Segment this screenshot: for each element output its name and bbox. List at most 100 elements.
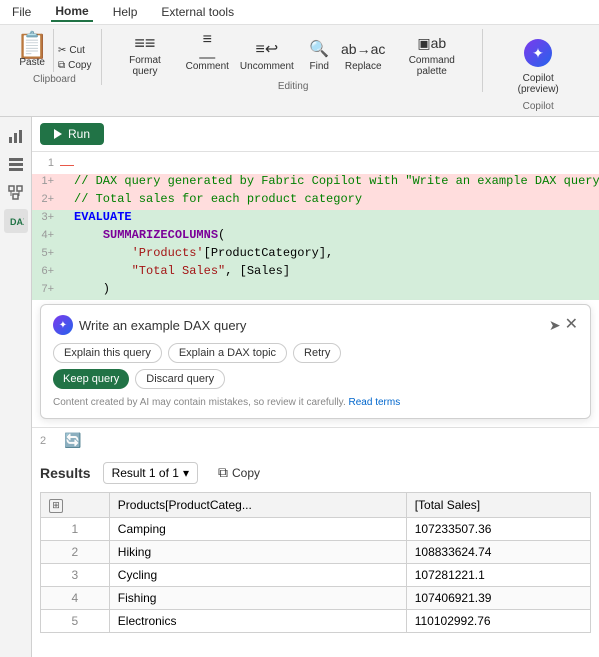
scissors-icon: ✂	[58, 45, 66, 56]
menu-help[interactable]: Help	[109, 3, 142, 21]
format-query-button[interactable]: ≡≡ Format query	[112, 29, 178, 79]
run-button[interactable]: Run	[40, 123, 104, 145]
result-selector-label: Result 1 of 1	[112, 466, 179, 480]
table-row: 2 Hiking 108833624.74	[41, 540, 591, 563]
result-selector[interactable]: Result 1 of 1 ▾	[103, 462, 198, 484]
copilot-group-label: Copilot	[523, 101, 554, 112]
copilot-action-buttons: Explain this query Explain a DAX topic R…	[53, 343, 578, 363]
results-header: Results Result 1 of 1 ▾ ⧉ Copy	[40, 461, 591, 484]
editing-buttons: ≡≡ Format query ≡— Comment ≡↩ Uncomment …	[112, 29, 475, 79]
table-row: 3 Cycling 107281221.1	[41, 563, 591, 586]
uncomment-button[interactable]: ≡↩ Uncomment	[236, 35, 297, 74]
code-products: 'Products'[ProductCategory],	[74, 246, 333, 260]
row-num: 2	[41, 540, 110, 563]
sidebar-dax-icon[interactable]: DAX	[4, 209, 28, 233]
command-palette-button[interactable]: ▣ab Command palette	[389, 29, 474, 79]
copilot-title: Write an example DAX query	[79, 318, 246, 333]
clipboard-group-label: Clipboard	[33, 74, 76, 85]
copilot-header-buttons: ➤ ✕	[549, 317, 578, 334]
replace-button[interactable]: ab→ac Replace	[341, 35, 385, 74]
row-sales: 110102992.76	[406, 609, 590, 632]
table-header-row: ⊞ Products[ProductCateg... [Total Sales]	[41, 493, 591, 518]
find-icon: 🔍	[307, 37, 331, 61]
paste-label: Paste	[19, 57, 45, 68]
row-num: 5	[41, 609, 110, 632]
col-header-category: Products[ProductCateg...	[109, 493, 406, 518]
code-evaluate: EVALUATE	[74, 210, 132, 224]
code-editor[interactable]: 1 — 1+ // DAX query generated by Fabric …	[32, 152, 599, 428]
copilot-ribbon-icon: ✦	[518, 33, 558, 73]
sidebar: DAX	[0, 117, 32, 657]
row-category: Fishing	[109, 586, 406, 609]
code-comment2: // Total sales for each product category	[74, 192, 362, 206]
svg-text:✦: ✦	[532, 45, 544, 61]
ribbon-clipboard-group: 📋 Paste ✂ Cut ⧉ Copy Clipboard	[8, 29, 102, 85]
row-sales: 108833624.74	[406, 540, 590, 563]
code-close: )	[74, 282, 110, 296]
copy-button[interactable]: ⧉ Copy	[56, 59, 94, 72]
svg-text:DAX: DAX	[10, 217, 24, 227]
code-line-1: 1 —	[32, 156, 599, 174]
row-sales: 107233507.36	[406, 517, 590, 540]
editing-group-label: Editing	[278, 81, 309, 92]
menu-home[interactable]: Home	[51, 2, 92, 22]
table-row: 1 Camping 107233507.36	[41, 517, 591, 540]
sidebar-model-icon[interactable]	[4, 181, 28, 205]
retry-button[interactable]: Retry	[293, 343, 341, 363]
copilot-send-button[interactable]: ➤	[549, 317, 561, 334]
uncomment-icon: ≡↩	[255, 37, 279, 61]
content-area: Run 1 — 1+ // DAX query generated by Fab…	[32, 117, 599, 657]
keep-query-button[interactable]: Keep query	[53, 369, 129, 389]
minus-indicator: —	[60, 156, 74, 172]
code-line-evaluate: 3+ EVALUATE	[32, 210, 599, 228]
copilot-keep-discard-row: Keep query Discard query	[53, 369, 578, 389]
copilot-footer: Content created by AI may contain mistak…	[53, 397, 578, 408]
copy-label: Copy	[68, 60, 91, 71]
table-row: 5 Electronics 110102992.76	[41, 609, 591, 632]
run-icon	[54, 129, 62, 139]
sidebar-chart-icon[interactable]	[4, 125, 28, 149]
copilot-ribbon-button[interactable]: ✦ Copilot (preview)	[493, 29, 583, 99]
sidebar-table-icon[interactable]	[4, 153, 28, 177]
copy-results-button[interactable]: ⧉ Copy	[210, 461, 268, 484]
copilot-header: ✦ Write an example DAX query ➤ ✕	[53, 315, 578, 335]
copy-icon: ⧉	[58, 60, 65, 71]
results-section: Results Result 1 of 1 ▾ ⧉ Copy ⊞ Prod	[32, 453, 599, 657]
replace-icon: ab→ac	[351, 37, 375, 61]
refresh-icon[interactable]: 🔄	[64, 432, 81, 449]
ribbon-copilot-group: ✦ Copilot (preview) Copilot	[485, 29, 591, 112]
discard-query-button[interactable]: Discard query	[135, 369, 225, 389]
clipboard-buttons: 📋 Paste ✂ Cut ⧉ Copy	[15, 29, 93, 72]
comment-button[interactable]: ≡— Comment	[182, 35, 232, 74]
main-layout: DAX Run 1 — 1+ // DAX query generated by…	[0, 117, 599, 657]
run-bar: Run	[32, 117, 599, 152]
explain-query-button[interactable]: Explain this query	[53, 343, 162, 363]
code-comment1: // DAX query generated by Fabric Copilot…	[74, 174, 599, 188]
code-summarize: SUMMARIZECOLUMNS(	[74, 228, 225, 242]
code-line-total-sales: 6+ "Total Sales", [Sales]	[32, 264, 599, 282]
menu-file[interactable]: File	[8, 3, 35, 21]
copilot-close-button[interactable]: ✕	[565, 317, 578, 333]
ribbon-editing-group: ≡≡ Format query ≡— Comment ≡↩ Uncomment …	[104, 29, 484, 92]
results-table: ⊞ Products[ProductCateg... [Total Sales]…	[40, 492, 591, 633]
read-terms-link[interactable]: Read terms	[349, 397, 401, 408]
row-category: Cycling	[109, 563, 406, 586]
menu-external-tools[interactable]: External tools	[157, 3, 238, 21]
copilot-logo-icon: ✦	[53, 315, 73, 335]
row-category: Camping	[109, 517, 406, 540]
paste-button[interactable]: 📋 Paste	[15, 29, 54, 72]
cut-label: Cut	[69, 45, 85, 56]
explain-dax-button[interactable]: Explain a DAX topic	[168, 343, 287, 363]
chevron-down-icon: ▾	[183, 466, 189, 480]
copy-results-icon: ⧉	[218, 464, 228, 481]
col-header-sales: [Total Sales]	[406, 493, 590, 518]
cut-button[interactable]: ✂ Cut	[56, 44, 94, 57]
line-2-row: 2 🔄	[32, 428, 599, 453]
code-line-summarize: 4+ SUMMARIZECOLUMNS(	[32, 228, 599, 246]
row-category: Hiking	[109, 540, 406, 563]
row-num: 3	[41, 563, 110, 586]
code-line-comment1: 1+ // DAX query generated by Fabric Copi…	[32, 174, 599, 192]
code-line-close: 7+ )	[32, 282, 599, 300]
paste-icon: 📋	[20, 33, 44, 57]
find-button[interactable]: 🔍 Find	[301, 35, 337, 74]
